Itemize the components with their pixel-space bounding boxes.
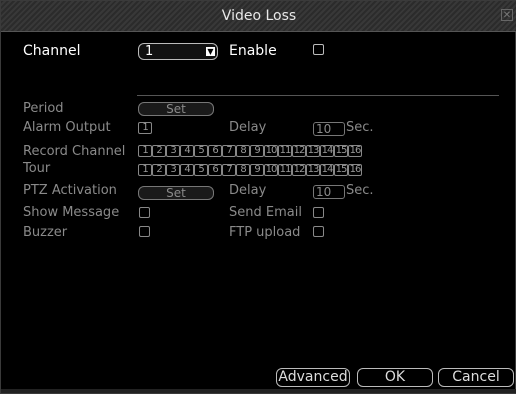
- tour-channel-box[interactable]: 14: [320, 164, 334, 176]
- send-email-checkbox[interactable]: [313, 207, 324, 218]
- ftp-upload-checkbox[interactable]: [313, 226, 324, 237]
- record-channel-box[interactable]: 7: [222, 145, 236, 157]
- tour-channel-box[interactable]: 15: [334, 164, 348, 176]
- channel-select[interactable]: 1 ▼: [138, 43, 218, 60]
- ptz-set-button[interactable]: Set: [138, 186, 214, 200]
- tour-channel-box[interactable]: 12: [292, 164, 306, 176]
- record-channel-box[interactable]: 16: [348, 145, 362, 157]
- record-channel-box[interactable]: 5: [194, 145, 208, 157]
- ptz-activation-label: PTZ Activation: [23, 183, 117, 198]
- buzzer-checkbox[interactable]: [139, 226, 150, 237]
- channel-value: 1: [145, 44, 154, 59]
- record-channel-box[interactable]: 1: [138, 145, 152, 157]
- alarm-output-label: Alarm Output: [23, 120, 111, 135]
- ptz-delay-input[interactable]: 10: [313, 185, 345, 199]
- enable-label: Enable: [229, 43, 277, 59]
- period-label: Period: [23, 101, 64, 116]
- tour-channel-box[interactable]: 9: [250, 164, 264, 176]
- tour-channel-box[interactable]: 11: [278, 164, 292, 176]
- channel-label: Channel: [23, 43, 81, 59]
- show-message-label: Show Message: [23, 205, 120, 220]
- record-channel-box[interactable]: 10: [264, 145, 278, 157]
- tour-channel-box[interactable]: 8: [236, 164, 250, 176]
- tour-channel-box[interactable]: 16: [348, 164, 362, 176]
- tour-channel-box[interactable]: 5: [194, 164, 208, 176]
- tour-channel-box[interactable]: 6: [208, 164, 222, 176]
- alarm-delay-unit: Sec.: [346, 120, 374, 135]
- tour-row: 1 2 3 4 5 6 7 8 9 10 11 12 13 14 15 16: [138, 164, 362, 176]
- record-channel-box[interactable]: 6: [208, 145, 222, 157]
- tour-channel-box[interactable]: 2: [152, 164, 166, 176]
- buzzer-label: Buzzer: [23, 225, 68, 240]
- record-channel-box[interactable]: 4: [180, 145, 194, 157]
- show-message-checkbox[interactable]: [139, 207, 150, 218]
- record-channel-box[interactable]: 12: [292, 145, 306, 157]
- record-channel-box[interactable]: 8: [236, 145, 250, 157]
- record-channel-box[interactable]: 2: [152, 145, 166, 157]
- ok-button[interactable]: OK: [357, 368, 433, 387]
- record-channel-box[interactable]: 13: [306, 145, 320, 157]
- ptz-delay-label: Delay: [229, 183, 267, 198]
- alarm-delay-input[interactable]: 10: [313, 122, 345, 136]
- record-channel-box[interactable]: 9: [250, 145, 264, 157]
- chevron-down-icon: ▼: [206, 47, 215, 56]
- alarm-output-channel[interactable]: 1: [138, 122, 152, 134]
- record-channel-label: Record Channel: [23, 144, 126, 159]
- bottom-border: [1, 389, 516, 393]
- title-bar[interactable]: Video Loss ✕: [1, 1, 516, 32]
- dialog-title: Video Loss: [221, 8, 297, 24]
- enable-checkbox[interactable]: [313, 44, 324, 55]
- ftp-upload-label: FTP upload: [229, 225, 301, 240]
- record-channel-row: 1 2 3 4 5 6 7 8 9 10 11 12 13 14 15 16: [138, 145, 362, 157]
- divider: [137, 95, 499, 96]
- tour-channel-box[interactable]: 3: [166, 164, 180, 176]
- tour-label: Tour: [23, 161, 51, 176]
- tour-channel-box[interactable]: 4: [180, 164, 194, 176]
- tour-channel-box[interactable]: 7: [222, 164, 236, 176]
- send-email-label: Send Email: [229, 205, 302, 220]
- cancel-button[interactable]: Cancel: [438, 368, 514, 387]
- advanced-button[interactable]: Advanced: [276, 368, 350, 387]
- record-channel-box[interactable]: 14: [320, 145, 334, 157]
- tour-channel-box[interactable]: 10: [264, 164, 278, 176]
- period-set-button[interactable]: Set: [138, 102, 214, 116]
- tour-channel-box[interactable]: 13: [306, 164, 320, 176]
- tour-channel-box[interactable]: 1: [138, 164, 152, 176]
- close-icon[interactable]: ✕: [501, 9, 513, 21]
- record-channel-box[interactable]: 11: [278, 145, 292, 157]
- ptz-delay-unit: Sec.: [346, 183, 374, 198]
- video-loss-dialog: Video Loss ✕ Channel 1 ▼ Enable Period S…: [0, 0, 516, 394]
- record-channel-box[interactable]: 15: [334, 145, 348, 157]
- record-channel-box[interactable]: 3: [166, 145, 180, 157]
- alarm-delay-label: Delay: [229, 120, 267, 135]
